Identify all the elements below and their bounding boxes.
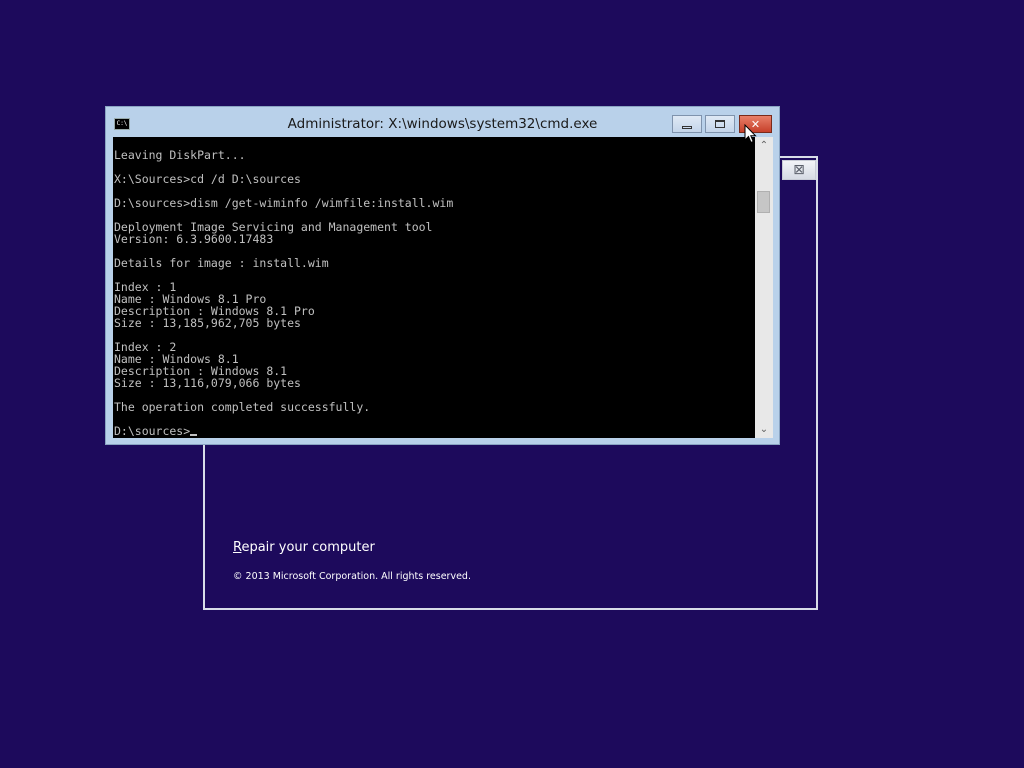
console-output[interactable]: Leaving DiskPart... X:\Sources>cd /d D:\… bbox=[114, 149, 754, 437]
maximize-button[interactable] bbox=[705, 115, 735, 133]
text-cursor bbox=[190, 434, 198, 436]
desktop-background: ⊠ Repair your computer © 2013 Microsoft … bbox=[0, 0, 1024, 768]
vertical-scrollbar[interactable]: ⌃ ⌄ bbox=[755, 137, 773, 438]
scroll-down-button[interactable]: ⌄ bbox=[755, 421, 773, 438]
console-area[interactable]: Leaving DiskPart... X:\Sources>cd /d D:\… bbox=[113, 137, 773, 438]
mouse-pointer-icon bbox=[744, 124, 757, 144]
cmd-window: C:\ Administrator: X:\windows\system32\c… bbox=[105, 106, 780, 445]
scroll-down-icon: ⌄ bbox=[759, 424, 769, 435]
console-history: Leaving DiskPart... X:\Sources>cd /d D:\… bbox=[114, 148, 454, 414]
minimize-icon bbox=[682, 125, 692, 129]
repair-link-text: epair your computer bbox=[241, 540, 375, 555]
cmd-titlebar[interactable]: C:\ Administrator: X:\windows\system32\c… bbox=[106, 107, 779, 137]
repair-your-computer-link[interactable]: Repair your computer bbox=[233, 540, 375, 555]
close-icon: ⊠ bbox=[793, 162, 805, 178]
copyright-text: © 2013 Microsoft Corporation. All rights… bbox=[233, 571, 471, 582]
maximize-icon bbox=[715, 120, 725, 128]
minimize-button[interactable] bbox=[672, 115, 702, 133]
scroll-up-icon: ⌃ bbox=[759, 140, 769, 151]
console-prompt: D:\sources> bbox=[114, 424, 191, 438]
scroll-thumb[interactable] bbox=[757, 191, 770, 213]
setup-close-button[interactable]: ⊠ bbox=[782, 160, 816, 180]
